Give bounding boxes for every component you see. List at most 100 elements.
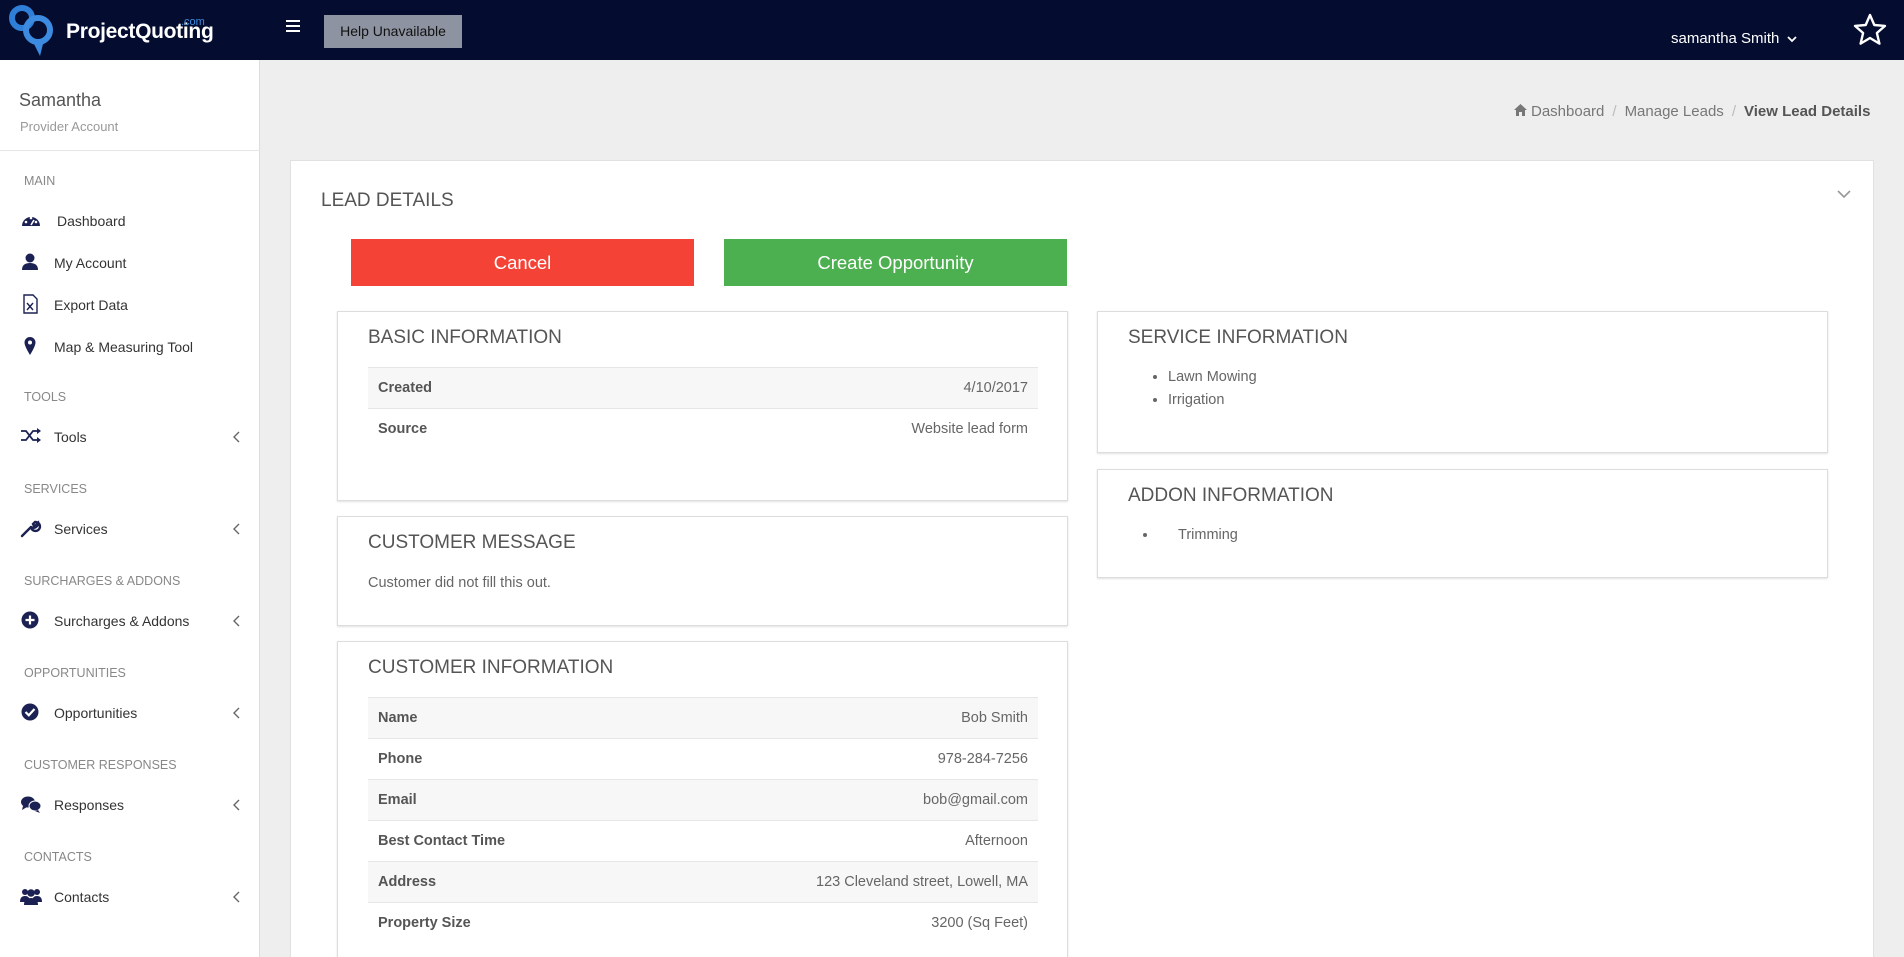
hamburger-menu-icon[interactable]: [286, 20, 304, 38]
chevron-left-icon: [233, 431, 240, 443]
section-label-responses: CUSTOMER RESPONSES: [24, 758, 177, 772]
sidebar: Samantha Provider Account MAIN Dashboard…: [0, 60, 260, 957]
create-opportunity-button[interactable]: Create Opportunity: [724, 239, 1067, 286]
row-value: 4/10/2017: [603, 367, 1038, 409]
row-value: Bob Smith: [627, 697, 1038, 739]
chevron-left-icon: [233, 707, 240, 719]
sidebar-item-services[interactable]: Services: [20, 516, 245, 542]
user-icon: [22, 253, 38, 270]
row-label: Name: [368, 697, 628, 739]
breadcrumb-manage-leads[interactable]: Manage Leads: [1625, 103, 1724, 120]
chevron-left-icon: [233, 523, 240, 535]
breadcrumb-dashboard[interactable]: Dashboard: [1531, 103, 1604, 120]
row-value: 123 Cleveland street, Lowell, MA: [627, 861, 1038, 903]
chevron-left-icon: [233, 891, 240, 903]
sidebar-item-responses[interactable]: Responses: [20, 792, 245, 818]
users-group-icon: [20, 889, 42, 905]
table-row: Property Size 3200 (Sq Feet): [368, 902, 1038, 944]
row-value: bob@gmail.com: [627, 779, 1038, 821]
table-row: Created 4/10/2017: [368, 367, 1038, 409]
check-circle-icon: [21, 703, 39, 721]
table-row: Best Contact Time Afternoon: [368, 820, 1038, 862]
row-label: Email: [368, 779, 628, 821]
table-row: Source Website lead form: [368, 408, 1038, 450]
excel-file-icon: [23, 294, 38, 314]
sidebar-item-surcharges[interactable]: Surcharges & Addons: [20, 608, 245, 634]
user-menu[interactable]: samantha Smith: [1671, 30, 1797, 47]
basic-information-card: BASIC INFORMATION Created 4/10/2017 Sour…: [337, 311, 1068, 501]
star-icon[interactable]: [1852, 12, 1888, 48]
sidebar-item-dashboard[interactable]: Dashboard: [20, 208, 245, 234]
chevron-left-icon: [233, 799, 240, 811]
table-row: Address 123 Cleveland street, Lowell, MA: [368, 861, 1038, 903]
sidebar-item-label: Contacts: [54, 889, 110, 905]
chevron-down-icon[interactable]: [1837, 189, 1851, 199]
section-label-tools: TOOLS: [24, 390, 67, 404]
user-name: samantha Smith: [1671, 30, 1780, 47]
sidebar-item-label: Export Data: [54, 297, 128, 313]
row-label: Best Contact Time: [368, 820, 628, 862]
sidebar-item-label: My Account: [54, 255, 127, 271]
card-title: SERVICE INFORMATION: [1128, 327, 1348, 348]
section-label-surcharges: SURCHARGES & ADDONS: [24, 574, 181, 588]
table-row: Email bob@gmail.com: [368, 779, 1038, 821]
page-title: LEAD DETAILS: [321, 190, 454, 211]
divider: [0, 150, 260, 151]
lead-details-panel: LEAD DETAILS Cancel Create Opportunity B…: [290, 160, 1874, 957]
breadcrumb: Dashboard / Manage Leads / View Lead Details: [1514, 103, 1870, 120]
sidebar-item-map-tool[interactable]: Map & Measuring Tool: [20, 334, 245, 360]
breadcrumb-current: View Lead Details: [1743, 103, 1871, 120]
section-label-services: SERVICES: [24, 482, 87, 496]
dashboard-gauge-icon: [22, 216, 40, 226]
row-value: Website lead form: [603, 408, 1038, 450]
profile-account-type: Provider Account: [20, 119, 119, 134]
row-label: Phone: [368, 738, 628, 780]
sidebar-item-export-data[interactable]: Export Data: [20, 292, 245, 318]
sidebar-item-contacts[interactable]: Contacts: [20, 884, 245, 910]
shuffle-icon: [21, 428, 41, 443]
cancel-button[interactable]: Cancel: [351, 239, 694, 286]
sidebar-item-my-account[interactable]: My Account: [20, 250, 245, 276]
top-navbar: ProjectQuoting .com Help Unavailable sam…: [0, 0, 1904, 60]
row-label: Address: [368, 861, 628, 903]
table-row: Name Bob Smith: [368, 697, 1038, 739]
chevron-down-icon: [1786, 36, 1797, 43]
customer-information-table: Name Bob Smith Phone 978-284-7256 Email …: [368, 697, 1038, 944]
sidebar-item-label: Tools: [54, 429, 87, 445]
wrench-icon: [20, 520, 42, 538]
plus-circle-icon: [21, 611, 39, 629]
location-pin-logo-icon: [9, 5, 53, 56]
service-list: Lawn Mowing Irrigation: [1168, 369, 1257, 415]
help-button[interactable]: Help Unavailable: [324, 15, 462, 48]
list-item: Trimming: [1158, 527, 1238, 550]
brand-logo[interactable]: ProjectQuoting .com: [8, 4, 214, 56]
sidebar-item-label: Dashboard: [57, 213, 126, 229]
sidebar-item-label: Surcharges & Addons: [54, 613, 190, 629]
section-label-main: MAIN: [24, 174, 56, 188]
customer-message-card: CUSTOMER MESSAGE Customer did not fill t…: [337, 516, 1068, 626]
chat-bubbles-icon: [21, 796, 42, 813]
sidebar-item-label: Opportunities: [54, 705, 138, 721]
addon-list: Trimming: [1158, 527, 1238, 550]
logo-suffix: .com: [181, 16, 205, 28]
sidebar-item-label: Services: [54, 521, 108, 537]
section-label-opportunities: OPPORTUNITIES: [24, 666, 126, 680]
service-information-card: SERVICE INFORMATION Lawn Mowing Irrigati…: [1097, 311, 1828, 453]
sidebar-item-label: Responses: [54, 797, 125, 813]
basic-information-table: Created 4/10/2017 Source Website lead fo…: [368, 367, 1038, 450]
customer-information-card: CUSTOMER INFORMATION Name Bob Smith Phon…: [337, 641, 1068, 957]
section-label-contacts: CONTACTS: [24, 850, 92, 864]
sidebar-item-tools[interactable]: Tools: [20, 424, 245, 450]
list-item: Lawn Mowing: [1168, 369, 1257, 392]
chevron-left-icon: [233, 615, 240, 627]
customer-message-text: Customer did not fill this out.: [368, 575, 551, 591]
card-title: CUSTOMER MESSAGE: [368, 532, 576, 553]
row-value: Afternoon: [627, 820, 1038, 862]
row-label: Source: [368, 408, 604, 450]
card-title: ADDON INFORMATION: [1128, 485, 1334, 506]
sidebar-item-opportunities[interactable]: Opportunities: [20, 700, 245, 726]
card-title: CUSTOMER INFORMATION: [368, 657, 614, 678]
row-value: 3200 (Sq Feet): [627, 902, 1038, 944]
row-label: Created: [368, 367, 604, 409]
map-marker-icon: [24, 337, 36, 355]
